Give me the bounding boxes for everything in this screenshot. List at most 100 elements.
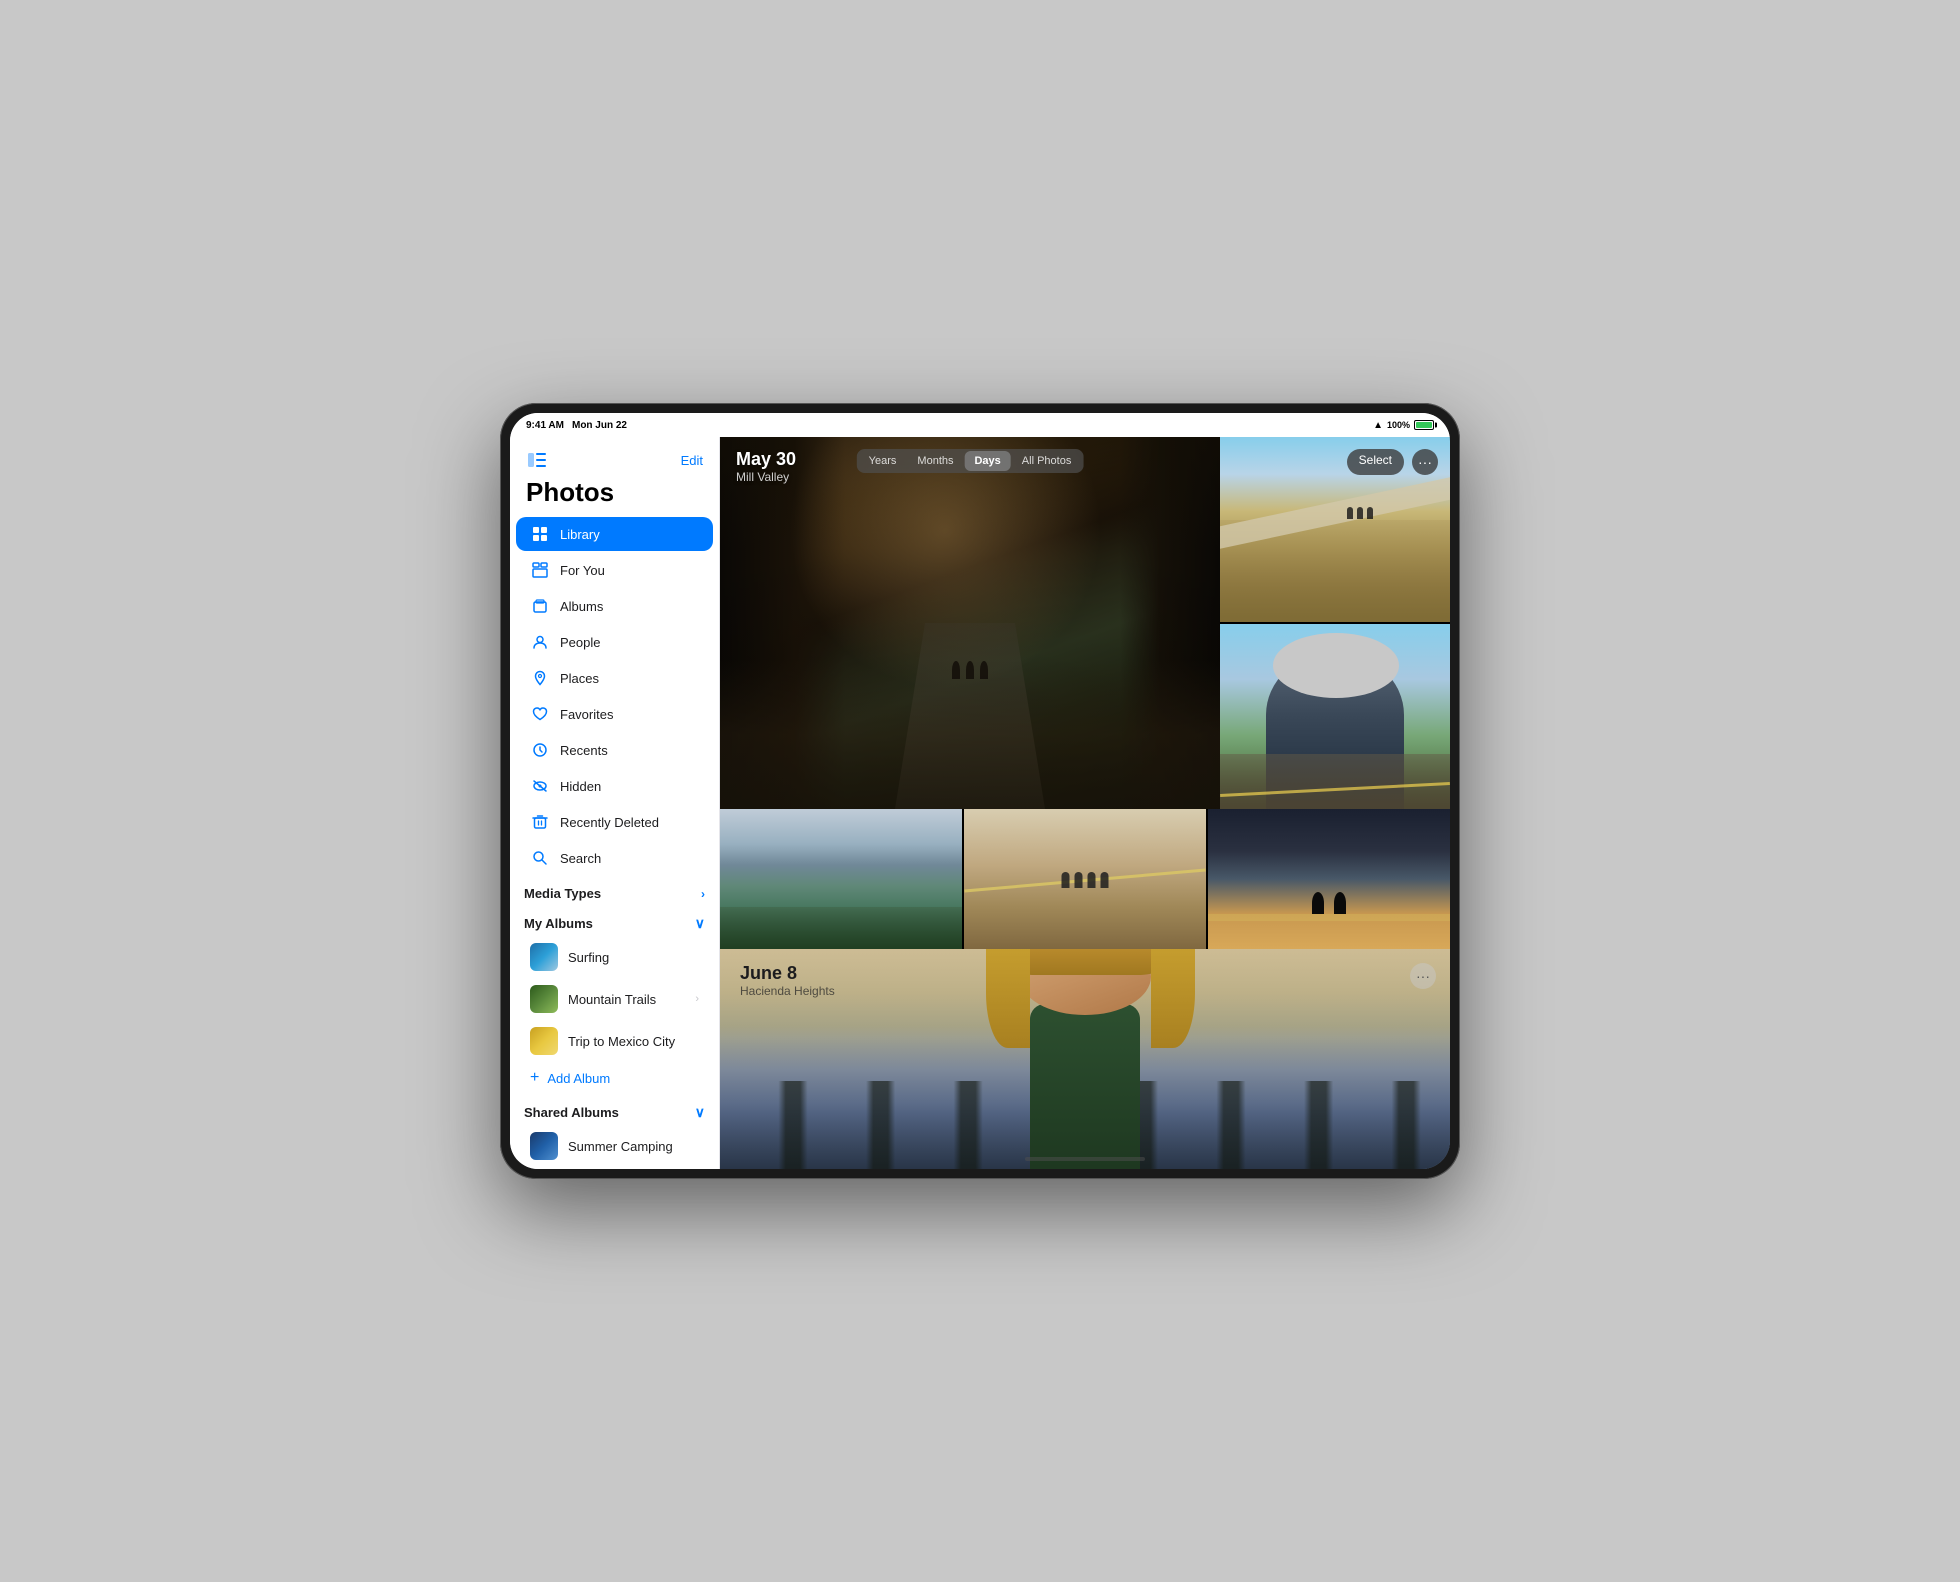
album-baby-shower[interactable]: Sarah's Baby Shower — [516, 1168, 713, 1169]
sidebar-item-library[interactable]: Library — [516, 517, 713, 551]
sidebar: Edit Photos Library — [510, 437, 720, 1169]
sil-cyclist-1 — [1312, 892, 1324, 914]
album-thumb-mountain — [530, 985, 558, 1013]
media-types-label: Media Types — [524, 886, 601, 901]
photo-bottom-row — [720, 809, 1450, 949]
edit-button[interactable]: Edit — [681, 453, 703, 468]
sidebar-item-albums[interactable]: Albums — [516, 589, 713, 623]
segmented-control: Years Months Days All Photos — [857, 449, 1084, 473]
cyclist-1 — [952, 661, 960, 679]
battery-label: 100% — [1387, 420, 1410, 430]
my-albums-section-header[interactable]: My Albums ∨ — [510, 905, 719, 936]
recently-deleted-icon — [530, 812, 550, 832]
seg-days[interactable]: Days — [964, 451, 1010, 471]
sidebar-item-recents[interactable]: Recents — [516, 733, 713, 767]
date-subtitle: Mill Valley — [736, 470, 796, 484]
albums-icon — [530, 596, 550, 616]
album-surfing[interactable]: Surfing — [516, 937, 713, 977]
library-label: Library — [560, 527, 600, 542]
add-album-label: Add Album — [547, 1071, 610, 1086]
sidebar-item-hidden[interactable]: Hidden — [516, 769, 713, 803]
places-icon — [530, 668, 550, 688]
my-albums-chevron: ∨ — [695, 915, 705, 932]
main-photo-area: May 30 Mill Valley Years Months Days All… — [720, 437, 1220, 809]
top-section: May 30 Mill Valley Years Months Days All… — [720, 437, 1450, 809]
my-albums-label: My Albums — [524, 916, 593, 931]
seg-months[interactable]: Months — [907, 451, 963, 471]
date-display: Mon Jun 22 — [572, 420, 627, 431]
date-title: May 30 — [736, 449, 796, 470]
status-bar: 9:41 AM Mon Jun 22 ▲ 100% — [510, 413, 1450, 437]
sidebar-item-people[interactable]: People — [516, 625, 713, 659]
bottom-date-subtitle: Hacienda Heights — [740, 984, 835, 998]
shared-albums-chevron: ∨ — [695, 1104, 705, 1121]
shared-albums-label: Shared Albums — [524, 1105, 619, 1120]
add-album-button[interactable]: + Add Album — [516, 1063, 713, 1093]
portrait-container — [1220, 624, 1450, 809]
sidebar-title: Photos — [510, 475, 719, 516]
seg-all-photos[interactable]: All Photos — [1012, 451, 1082, 471]
status-right: ▲ 100% — [1373, 420, 1434, 431]
library-icon — [530, 524, 550, 544]
bottom-more-button[interactable]: ··· — [1410, 963, 1436, 989]
recents-icon — [530, 740, 550, 760]
silhouette-cyclists — [1312, 892, 1346, 914]
sidebar-toggle-icon[interactable] — [526, 449, 548, 471]
cyclist-3 — [980, 661, 988, 679]
people-label: People — [560, 635, 600, 650]
device-frame: 9:41 AM Mon Jun 22 ▲ 100% — [500, 403, 1460, 1179]
surfing-label: Surfing — [568, 950, 609, 965]
select-button[interactable]: Select — [1347, 449, 1404, 475]
hidden-label: Hidden — [560, 779, 601, 794]
forest-photo: May 30 Mill Valley Years Months Days All… — [720, 437, 1220, 809]
trip-mexico-label: Trip to Mexico City — [568, 1034, 675, 1049]
media-types-section-header[interactable]: Media Types › — [510, 876, 719, 905]
more-button[interactable]: ··· — [1412, 449, 1438, 475]
for-you-label: For You — [560, 563, 605, 578]
album-thumb-mexico — [530, 1027, 558, 1055]
album-mountain-trails[interactable]: Mountain Trails › — [516, 979, 713, 1019]
seg-years[interactable]: Years — [859, 451, 907, 471]
sidebar-header: Edit — [510, 437, 719, 475]
album-trip-mexico[interactable]: Trip to Mexico City — [516, 1021, 713, 1061]
media-types-chevron: › — [701, 887, 705, 901]
hidden-icon — [530, 776, 550, 796]
search-label: Search — [560, 851, 601, 866]
sil-cyclist-2 — [1334, 892, 1346, 914]
app-content: Edit Photos Library — [510, 437, 1450, 1169]
recents-label: Recents — [560, 743, 608, 758]
summer-camping-label: Summer Camping — [568, 1139, 673, 1154]
album-thumb-surfing — [530, 943, 558, 971]
album-thumb-camping — [530, 1132, 558, 1160]
battery-icon — [1414, 420, 1434, 430]
main-content: May 30 Mill Valley Years Months Days All… — [720, 437, 1450, 1169]
album-summer-camping[interactable]: Summer Camping — [516, 1126, 713, 1166]
favorites-icon — [530, 704, 550, 724]
right-photo-column — [1220, 437, 1450, 809]
bottom-portrait-section: June 8 Hacienda Heights ··· — [720, 949, 1450, 1169]
cyclist-helmet — [1273, 633, 1400, 698]
people-icon — [530, 632, 550, 652]
shared-albums-section-header[interactable]: Shared Albums ∨ — [510, 1094, 719, 1125]
bottom-date-title: June 8 — [740, 963, 835, 984]
for-you-icon — [530, 560, 550, 580]
road-cyclists-photo — [964, 809, 1206, 949]
home-indicator — [1025, 1157, 1145, 1161]
date-header: May 30 Mill Valley — [736, 449, 796, 484]
sidebar-item-recently-deleted[interactable]: Recently Deleted — [516, 805, 713, 839]
sidebar-item-for-you[interactable]: For You — [516, 553, 713, 587]
status-left: 9:41 AM Mon Jun 22 — [526, 420, 627, 431]
mountain-trails-chevron: › — [695, 993, 699, 1005]
places-label: Places — [560, 671, 599, 686]
forest-ground — [720, 660, 1220, 809]
right-column: Select ··· — [1220, 437, 1450, 809]
sidebar-item-favorites[interactable]: Favorites — [516, 697, 713, 731]
sidebar-item-places[interactable]: Places — [516, 661, 713, 695]
cyclist-2 — [966, 661, 974, 679]
add-icon: + — [530, 1069, 539, 1087]
bottom-date-header: June 8 Hacienda Heights — [740, 963, 835, 998]
battery-fill — [1416, 422, 1432, 428]
sidebar-item-search[interactable]: Search — [516, 841, 713, 875]
device-screen: 9:41 AM Mon Jun 22 ▲ 100% — [510, 413, 1450, 1169]
time-display: 9:41 AM — [526, 420, 564, 431]
